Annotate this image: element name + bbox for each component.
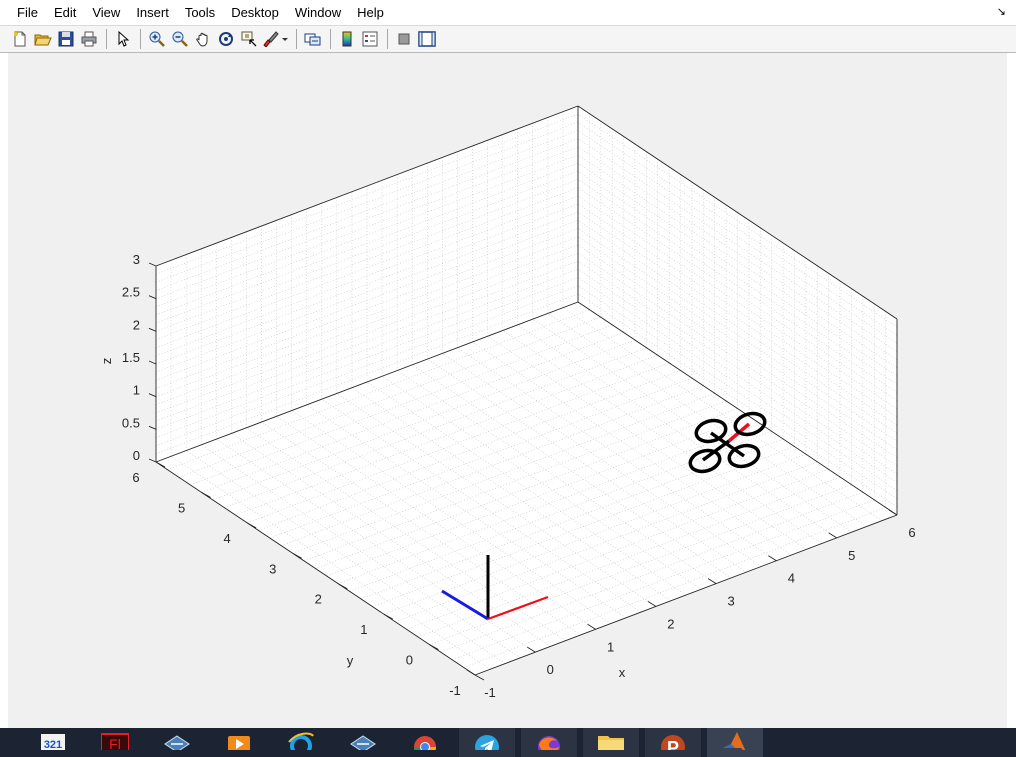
z-tick-label: 1 [133,383,140,398]
y-axis-label: y [347,653,354,668]
y-tick-label: 1 [360,622,367,637]
z-tick-label: 0.5 [122,415,140,430]
z-tick-mark [148,360,157,365]
vpn-client-icon[interactable] [149,728,205,757]
axes-grid [155,105,898,676]
svg-text:P: P [667,738,679,750]
z-tick-mark [148,262,157,267]
x-tick-label: 1 [607,639,614,654]
z-tick-mark [148,327,157,332]
y-tick-label: 2 [315,592,322,607]
z-tick-mark [148,425,157,430]
video-player-icon[interactable] [211,728,267,757]
y-tick-label: 5 [178,500,185,515]
telegram-icon[interactable] [459,728,515,757]
x-tick-label: 2 [667,616,674,631]
x-axis-label: x [619,665,626,680]
z-tick-label: 2 [133,317,140,332]
media-player-classic-icon[interactable]: 321 [25,728,81,757]
axes-3d[interactable]: -1 0 1 2 3 4 5 6 -1 0 1 2 3 4 5 6 0 0.5 1 1.5 2 2.5 3 x y z [0,0,1016,728]
windows-taskbar: 321 Fl P [0,728,1016,757]
x-tick-label: 0 [547,662,554,677]
z-tick-mark [148,458,157,463]
svg-text:321: 321 [44,739,62,750]
y-tick-label: 0 [406,653,413,668]
x-tick-label: 3 [728,594,735,609]
y-tick-label: 3 [269,561,276,576]
z-tick-label: 0 [133,448,140,463]
vpn-client-2-icon[interactable] [335,728,391,757]
z-tick-label: 3 [133,252,140,267]
internet-explorer-icon[interactable] [273,728,329,757]
chrome-icon[interactable] [397,728,453,757]
y-tick-mark [474,674,485,681]
y-tick-label: 4 [224,531,231,546]
y-tick-label: 6 [132,470,139,485]
flash-icon[interactable]: Fl [87,728,143,757]
z-tick-label: 1.5 [122,350,140,365]
matlab-icon[interactable] [707,728,763,757]
z-tick-mark [148,295,157,300]
svg-text:Fl: Fl [109,736,121,750]
file-explorer-icon[interactable] [583,728,639,757]
z-tick-mark [148,393,157,398]
x-tick-label: 4 [788,571,795,586]
psiphon-icon[interactable]: P [645,728,701,757]
z-tick-label: 2.5 [122,285,140,300]
y-tick-label: -1 [449,683,461,698]
x-tick-label: -1 [484,685,496,700]
firefox-icon[interactable] [521,728,577,757]
z-axis-label: z [99,358,114,365]
x-tick-label: 6 [908,525,915,540]
x-tick-label: 5 [848,548,855,563]
